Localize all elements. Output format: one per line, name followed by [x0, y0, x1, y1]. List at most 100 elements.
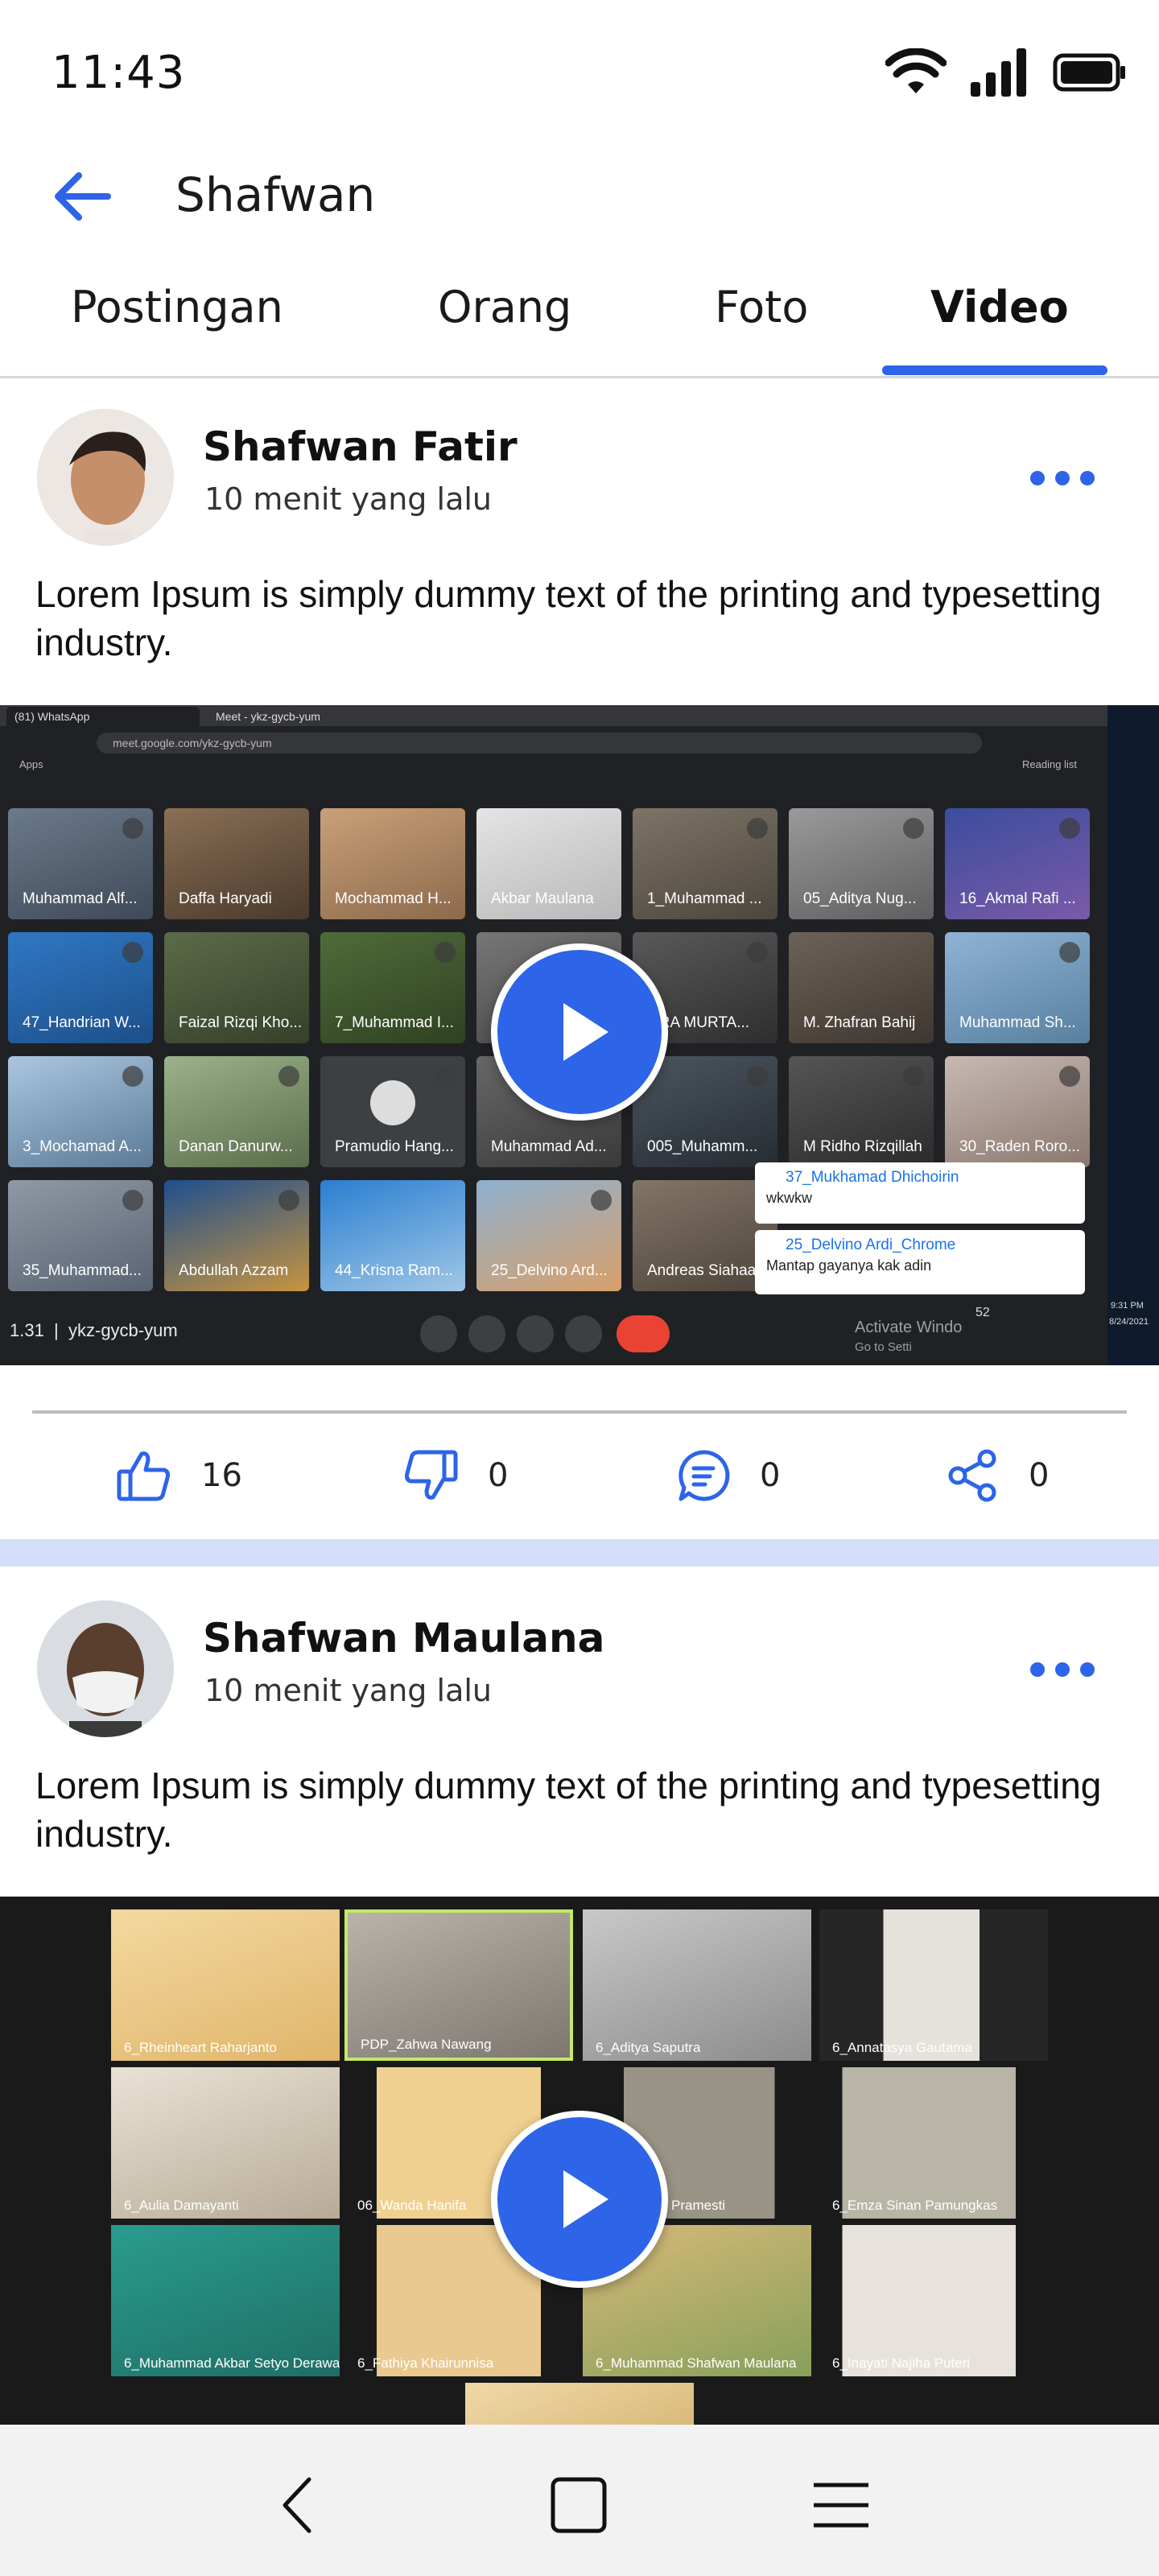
activate-windows-notice: Activate Windo Go to Setti [855, 1319, 963, 1354]
participant-tile: Danan Danurw... [164, 1056, 309, 1167]
comment-icon [678, 1450, 730, 1501]
participant-tile: Faizal Rizqi Kho... [164, 932, 309, 1043]
dislike-count: 0 [488, 1457, 509, 1494]
tab-bar: Postingan Orang Foto Video [0, 266, 1159, 378]
status-time: 11:43 [52, 47, 186, 99]
chat-notification[interactable]: 25_Delvino Ardi_Chrome Mantap gayanya ka… [755, 1230, 1085, 1294]
end-call-button[interactable] [617, 1315, 670, 1352]
address-bar[interactable]: meet.google.com/ykz-gycb-yum [97, 733, 982, 753]
play-button[interactable] [491, 943, 668, 1121]
participant-tile: 7_Muhammad I... [320, 932, 465, 1043]
participant-tile: Daffa Haryadi [164, 808, 309, 919]
post-video[interactable]: (81) WhatsApp Meet - ykz-gycb-yum meet.g… [0, 705, 1159, 1365]
nav-menu-button[interactable] [797, 2465, 885, 2545]
participant-tile: 6_Annatasya Gautama [819, 1909, 1048, 2061]
back-chevron-icon [283, 2477, 311, 2533]
dislike-button[interactable]: 0 [402, 1449, 508, 1502]
participant-tile: Muhammad Sh... [945, 932, 1090, 1043]
header: Shafwan [0, 153, 1159, 233]
share-count: 0 [1029, 1457, 1050, 1494]
participant-tile: 30_Raden Roro... [945, 1056, 1090, 1167]
active-tab-indicator [882, 365, 1107, 375]
play-button[interactable] [491, 2111, 668, 2288]
chat-notification[interactable]: 37_Mukhamad Dhichoirin wkwkw [755, 1162, 1085, 1224]
post-time: 10 menit yang lalu [204, 481, 492, 517]
browser-chrome: (81) WhatsApp Meet - ykz-gycb-yum meet.g… [0, 705, 1107, 776]
reading-list[interactable]: Reading list [1022, 758, 1077, 770]
camera-button[interactable] [468, 1315, 505, 1352]
post-author[interactable]: Shafwan Maulana [203, 1615, 604, 1662]
comment-button[interactable]: 0 [678, 1449, 780, 1502]
post-text: Lorem Ipsum is simply dummy text of the … [35, 1765, 1102, 1855]
bookmark-apps[interactable]: Apps [19, 758, 43, 770]
participant-tile: 35_Muhammad... [8, 1180, 153, 1291]
menu-icon [814, 2483, 868, 2528]
participant-tile: 6_Rheinheart Raharjanto [111, 1909, 340, 2061]
battery-icon [1053, 53, 1125, 92]
participant-tile [465, 2383, 694, 2425]
like-button[interactable]: 16 [116, 1449, 242, 1502]
tab-postingan[interactable]: Postingan [71, 282, 283, 332]
avatar[interactable] [37, 1600, 174, 1737]
participant-tile: M. Zhafran Bahij [789, 932, 934, 1043]
page-title: Shafwan [175, 167, 376, 222]
more-meet-button[interactable] [565, 1315, 602, 1352]
browser-tab-whatsapp[interactable]: (81) WhatsApp [6, 707, 200, 726]
divider [32, 1410, 1127, 1414]
back-button[interactable] [48, 163, 116, 230]
tab-foto[interactable]: Foto [715, 282, 808, 332]
post-text: Lorem Ipsum is simply dummy text of the … [35, 573, 1102, 663]
post-separator [0, 1539, 1159, 1567]
post-time: 10 menit yang lalu [204, 1673, 492, 1708]
participant-tile: 6_Emza Sinan Pamungkas [819, 2067, 1048, 2219]
participant-tile: PDP_Zahwa Nawang [344, 1909, 573, 2061]
home-square-icon [551, 2477, 607, 2533]
avatar[interactable] [37, 409, 174, 546]
participant-tile: 25_Delvino Ard... [476, 1180, 621, 1291]
tab-video[interactable]: Video [930, 282, 1069, 332]
thumbs-up-icon [117, 1451, 170, 1501]
play-icon [563, 1003, 608, 1061]
post-card: Shafwan Maulana 10 menit yang lalu Lorem… [0, 1570, 1159, 2425]
participant-tile: Abdullah Azzam [164, 1180, 309, 1291]
windows-taskbar: 9:31 PM 8/24/2021 [1107, 705, 1159, 1365]
participant-tile: 6_Aditya Saputra [583, 1909, 811, 2061]
present-button[interactable] [517, 1315, 554, 1352]
post-video[interactable]: 6_Rheinheart Raharjanto PDP_Zahwa Nawang… [0, 1897, 1159, 2425]
participant-tile: 6_Inayati Najiha Puteri [819, 2225, 1048, 2376]
participant-tile: Pramudio Hang... [320, 1056, 465, 1167]
tab-orang[interactable]: Orang [438, 282, 571, 332]
more-options-button[interactable] [1030, 1653, 1095, 1686]
participant-tile: 16_Akmal Rafi ... [945, 808, 1090, 919]
participant-tile: Akbar Maulana [476, 808, 621, 919]
avatar-photo [37, 409, 174, 546]
browser-tab-meet[interactable]: Meet - ykz-gycb-yum [208, 707, 409, 726]
like-count: 16 [201, 1457, 242, 1494]
avatar-photo [37, 1600, 174, 1737]
participant-tile: 1_Muhammad ... [633, 808, 777, 919]
status-bar: 11:43 [0, 0, 1159, 153]
thumbs-down-icon [405, 1450, 458, 1500]
participant-tile: 6_Aulia Damayanti [111, 2067, 340, 2219]
participant-tile: 05_Aditya Nug... [789, 808, 934, 919]
nav-back-button[interactable] [253, 2465, 341, 2545]
participant-count: 52 [975, 1306, 990, 1319]
signal-icon [971, 48, 1026, 97]
participant-tile: Mochammad H... [320, 808, 465, 919]
comment-count: 0 [760, 1457, 781, 1494]
arrow-left-icon [55, 172, 111, 221]
mic-button[interactable] [420, 1315, 457, 1352]
participant-tile: 6_Muhammad Akbar Setyo Derawan [111, 2225, 340, 2376]
participant-tile: 47_Handrian W... [8, 932, 153, 1043]
play-icon [563, 2170, 608, 2228]
post-author[interactable]: Shafwan Fatir [203, 423, 518, 470]
meeting-code: 1.31 | ykz-gycb-yum [10, 1320, 178, 1340]
share-icon [948, 1449, 996, 1502]
share-button[interactable]: 0 [947, 1449, 1049, 1502]
nav-home-button[interactable] [534, 2465, 623, 2545]
status-icons [885, 47, 1127, 98]
reaction-bar: 16 0 0 0 [0, 1425, 1159, 1530]
system-nav-bar [0, 2425, 1159, 2576]
participant-tile: 44_Krisna Ram... [320, 1180, 465, 1291]
more-options-button[interactable] [1030, 462, 1095, 494]
